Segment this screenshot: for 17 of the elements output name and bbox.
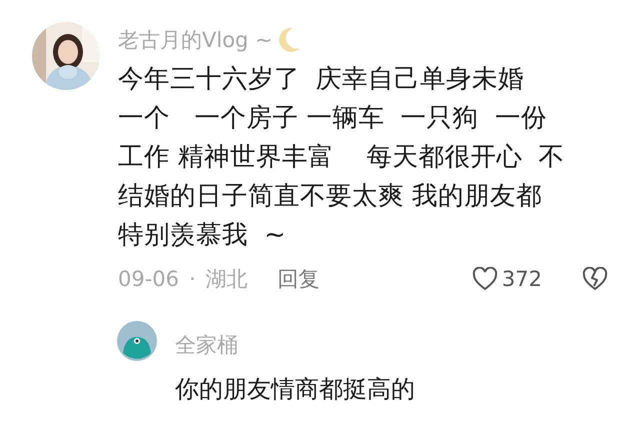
like-count: 372 — [502, 267, 542, 291]
comment-line: 结婚的日子简直不要太爽 我的朋友都 — [118, 180, 542, 213]
like-icon[interactable] — [472, 267, 498, 291]
username[interactable]: 老古月的Vlog ~ — [118, 26, 273, 54]
comment-date: 09-06 — [118, 267, 180, 291]
username[interactable]: 全家桶 — [175, 331, 415, 359]
moon-icon — [278, 27, 301, 53]
comment-line: 工作 精神世界丰富 每天都很开心 不 — [118, 141, 565, 174]
reply-link[interactable]: 回复 — [278, 265, 320, 293]
reply-text: 你的朋友情商都挺高的 — [175, 374, 415, 405]
avatar-icon[interactable] — [117, 321, 157, 361]
comment-line: 一个 一个房子 一辆车 一只狗 一份 — [118, 102, 547, 135]
separator-dot: · — [189, 267, 196, 291]
comment-line: 特别羡慕我 ~ — [118, 219, 286, 252]
comment-line: 今年三十六岁了 庆幸自己单身未婚 — [118, 63, 524, 96]
broken-heart-icon[interactable] — [582, 267, 608, 291]
comment-location: 湖北 — [206, 266, 248, 293]
